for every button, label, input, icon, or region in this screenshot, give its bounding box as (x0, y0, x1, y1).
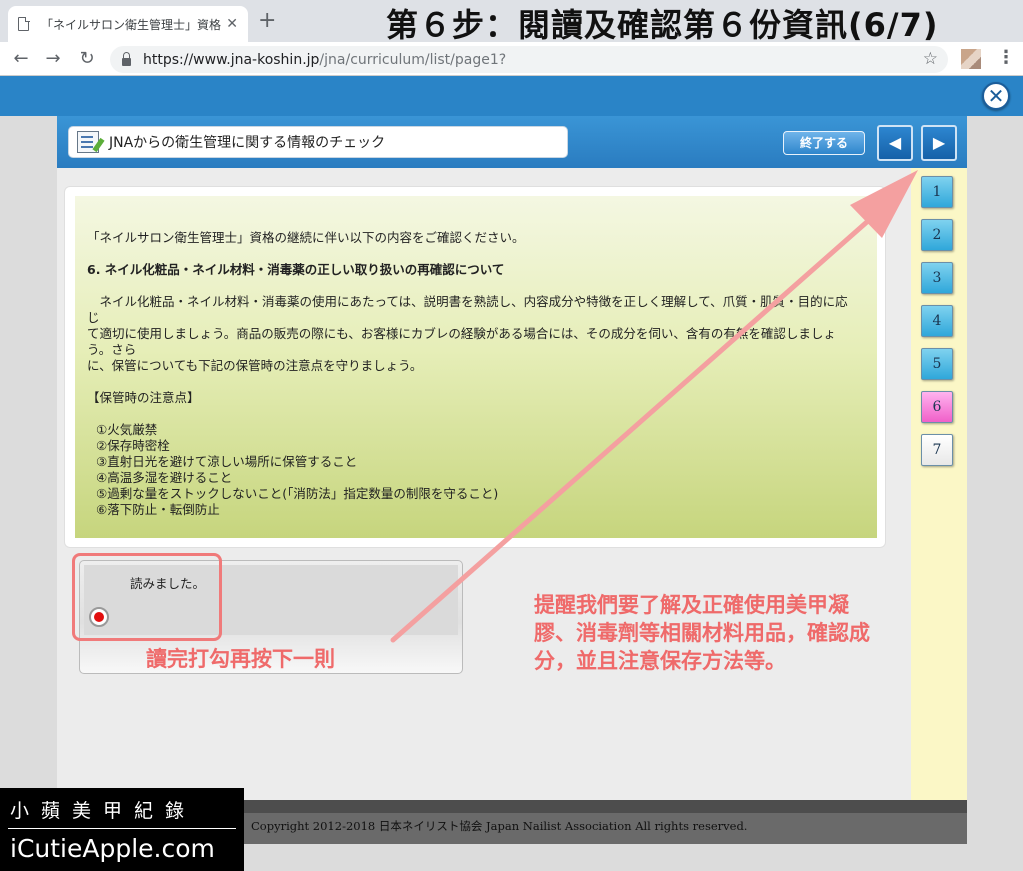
annotation-highlight-box (72, 553, 222, 641)
watermark: 小蘋美甲紀錄 iCutieApple.com (0, 788, 244, 871)
watermark-en: iCutieApple.com (10, 834, 215, 863)
watermark-cn: 小蘋美甲紀錄 (10, 800, 197, 822)
annotation-caption: 提醒我們要了解及正確使用美甲凝膠、消毒劑等相關材料用品，確認成分，並且注意保存方… (534, 593, 870, 673)
annotation-note: 讀完打勾再按下一則 (146, 647, 335, 671)
annotation-arrow (390, 170, 918, 643)
